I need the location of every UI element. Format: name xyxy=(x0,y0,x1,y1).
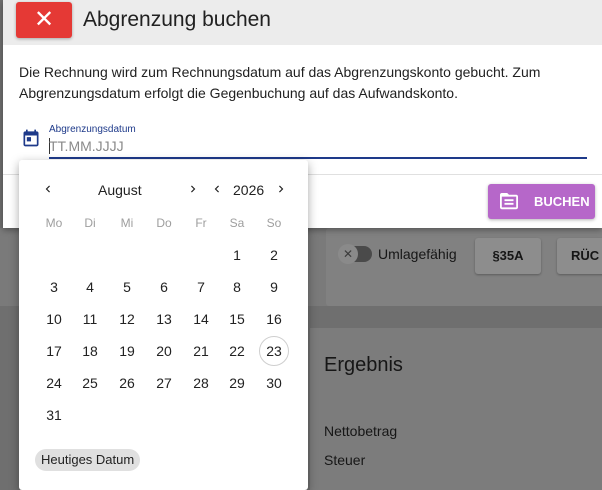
calendar-day[interactable]: 13 xyxy=(149,304,179,334)
calendar-day[interactable]: 26 xyxy=(112,368,142,398)
calendar-day[interactable]: 10 xyxy=(39,304,69,334)
toggle-off-icon: ✕ xyxy=(338,244,358,264)
weekday-label: Mo xyxy=(45,216,63,230)
document-icon xyxy=(500,192,518,209)
today-button[interactable]: Heutiges Datum xyxy=(35,449,141,471)
date-field-label: Abgrenzungsdatum xyxy=(49,124,136,135)
tax-label: Steuer xyxy=(324,452,366,468)
year-label[interactable]: 2026 xyxy=(233,182,264,198)
calendar-day[interactable]: 11 xyxy=(75,304,105,334)
weekday-label: Do xyxy=(156,216,172,230)
calendar-day[interactable]: 5 xyxy=(112,272,142,302)
calendar-day[interactable]: 20 xyxy=(149,336,179,366)
book-button[interactable]: BUCHEN xyxy=(488,184,595,219)
calendar-day[interactable]: 25 xyxy=(75,368,105,398)
toggle-track[interactable]: ✕ xyxy=(338,244,372,264)
calendar-day[interactable]: 2 xyxy=(259,240,289,270)
calendar-day[interactable]: 12 xyxy=(112,304,142,334)
calendar-day[interactable]: 29 xyxy=(222,368,252,398)
calendar-day[interactable]: 18 xyxy=(75,336,105,366)
next-year-icon[interactable] xyxy=(274,182,288,196)
calendar-day[interactable]: 27 xyxy=(149,368,179,398)
calendar-day[interactable]: 17 xyxy=(39,336,69,366)
dialog-description: Die Rechnung wird zum Rechnungsdatum auf… xyxy=(19,64,541,101)
calendar-day[interactable]: 31 xyxy=(39,400,69,430)
toggle-label: Umlagefähig xyxy=(378,246,457,262)
datepicker-popup: August 2026 Mo Di Mi Do Fr Sa So 1 2 3 4 5 6 7 8 9 10 11… xyxy=(19,160,308,490)
calendar-day[interactable]: 21 xyxy=(186,336,216,366)
section-35a-button[interactable]: §35A xyxy=(475,238,541,274)
date-field[interactable]: Abgrenzungsdatum xyxy=(49,124,587,159)
calendar-day[interactable]: 28 xyxy=(186,368,216,398)
calendar-day[interactable]: 6 xyxy=(149,272,179,302)
weekday-label: Sa xyxy=(229,216,245,230)
calendar-day[interactable]: 7 xyxy=(186,272,216,302)
calendar-day[interactable]: 8 xyxy=(222,272,252,302)
book-button-label: BUCHEN xyxy=(534,194,590,209)
weekday-label: So xyxy=(266,216,282,230)
calendar-day[interactable]: 4 xyxy=(75,272,105,302)
rueck-button[interactable]: RÜC xyxy=(557,238,602,274)
calendar-day[interactable]: 3 xyxy=(39,272,69,302)
dialog-header: ✕ Abgrenzung buchen xyxy=(3,0,602,45)
month-label[interactable]: August xyxy=(98,182,142,198)
weekday-label: Di xyxy=(84,216,96,230)
calendar-day[interactable]: 9 xyxy=(259,272,289,302)
calendar-day[interactable]: 22 xyxy=(222,336,252,366)
calendar-day[interactable]: 16 xyxy=(259,304,289,334)
calendar-day[interactable]: 1 xyxy=(222,240,252,270)
prev-year-icon[interactable] xyxy=(210,182,224,196)
calendar-day[interactable]: 24 xyxy=(39,368,69,398)
next-month-icon[interactable] xyxy=(186,182,200,196)
close-icon: ✕ xyxy=(33,6,55,33)
dialog-title: Abgrenzung buchen xyxy=(83,8,271,31)
weekday-label: Mi xyxy=(120,216,134,230)
calendar-day[interactable]: 23 xyxy=(259,336,289,366)
calendar-day[interactable]: 30 xyxy=(259,368,289,398)
result-heading: Ergebnis xyxy=(324,354,403,376)
net-amount-label: Nettobetrag xyxy=(324,423,398,439)
umlage-toggle[interactable]: ✕ Umlagefähig xyxy=(338,244,457,264)
close-button[interactable]: ✕ xyxy=(16,2,72,38)
calendar-icon[interactable] xyxy=(21,128,41,148)
date-input[interactable] xyxy=(49,136,349,156)
calendar-day[interactable]: 15 xyxy=(222,304,252,334)
calendar-day[interactable]: 14 xyxy=(186,304,216,334)
prev-month-icon[interactable] xyxy=(41,182,55,196)
weekday-label: Fr xyxy=(195,216,207,230)
calendar-day[interactable]: 19 xyxy=(112,336,142,366)
